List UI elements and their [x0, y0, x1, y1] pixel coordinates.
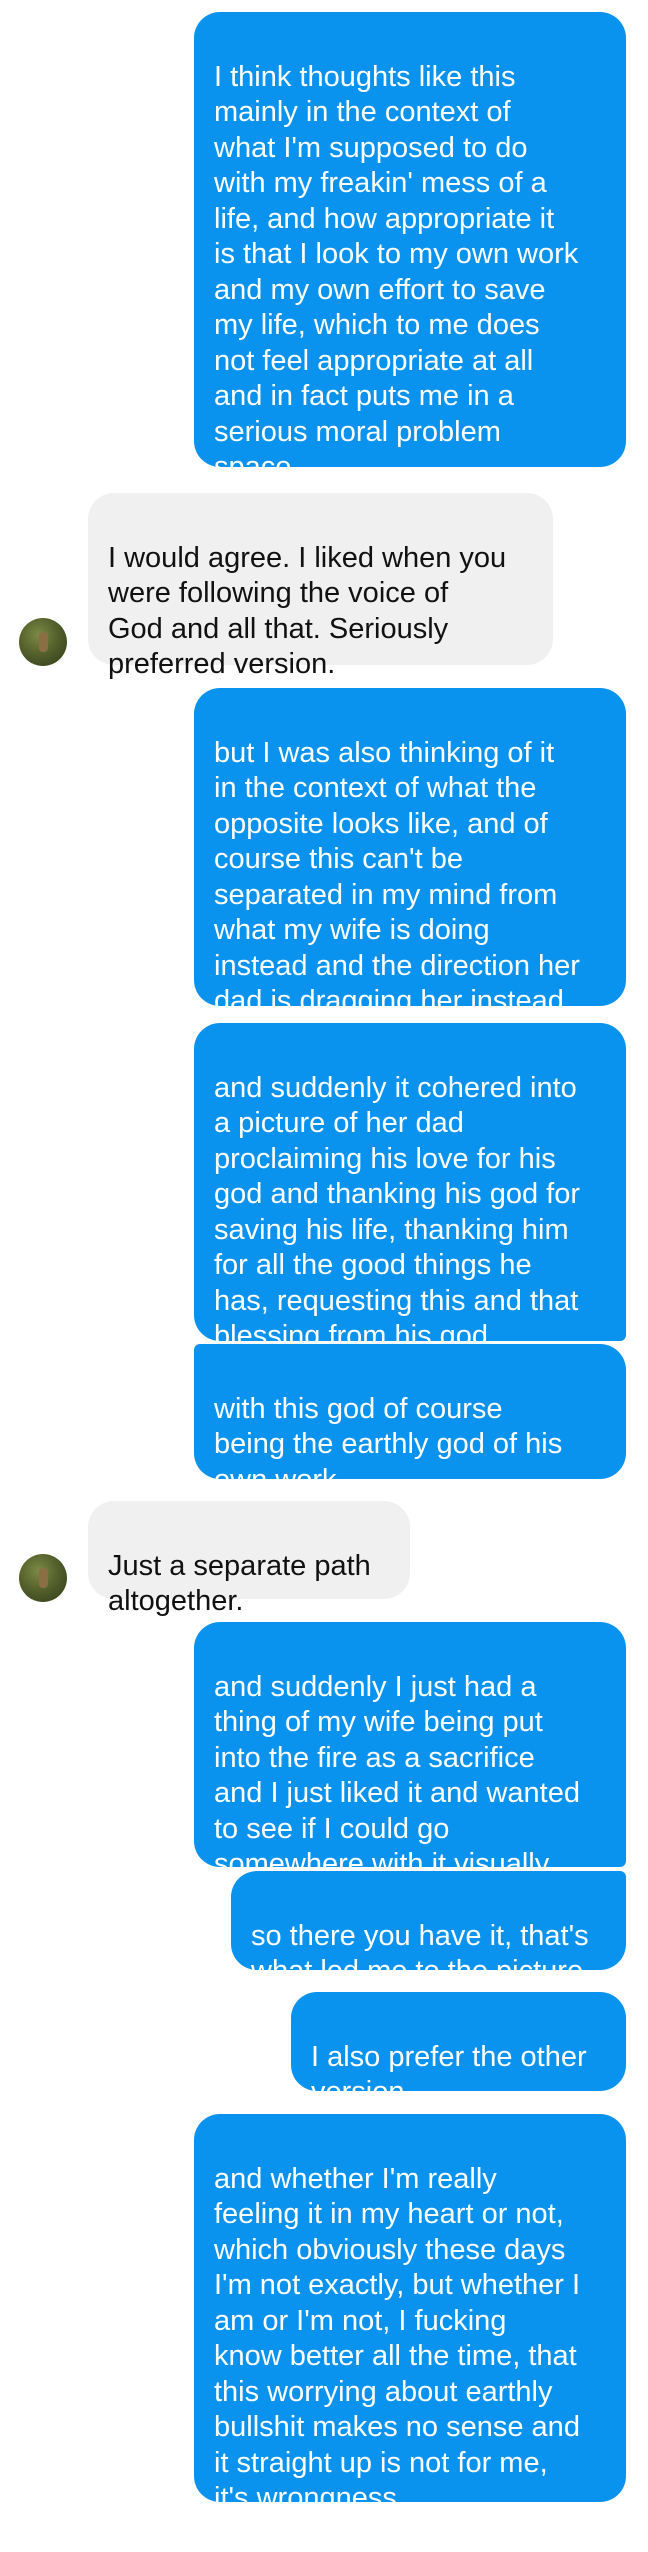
message-text: I think thoughts like this mainly in the… [214, 60, 579, 484]
sent-message-bubble[interactable]: but I was also thinking of it in the con… [194, 688, 626, 1017]
sent-message-bubble[interactable]: and suddenly it cohered into a picture o… [194, 1023, 626, 1352]
message-text: but I was also thinking of it in the con… [214, 736, 580, 1018]
message-text: I also prefer the other version [311, 2040, 587, 2109]
contact-avatar[interactable] [19, 1554, 67, 1602]
contact-avatar[interactable] [19, 618, 67, 666]
sent-message-bubble[interactable]: and suddenly I just had a thing of my wi… [194, 1622, 626, 1880]
sent-message-bubble[interactable]: I think thoughts like this mainly in the… [194, 12, 626, 483]
received-message-bubble[interactable]: Just a separate path altogether. [88, 1501, 410, 1617]
message-text: and whether I'm really feeling it in my … [214, 2162, 581, 2515]
sent-message-bubble[interactable]: and whether I'm really feeling it in my … [194, 2114, 626, 2514]
received-message-bubble[interactable]: I would agree. I liked when you were fol… [88, 493, 553, 680]
sent-message-bubble[interactable]: with this god of course being the earthl… [194, 1344, 626, 1496]
sent-message-bubble[interactable]: so there you have it, that's what led me… [231, 1871, 626, 1987]
sent-message-bubble[interactable]: I also prefer the other version [291, 1992, 626, 2108]
message-text: with this god of course being the earthl… [214, 1392, 563, 1496]
message-text: and suddenly it cohered into a picture o… [214, 1071, 580, 1353]
message-text: and suddenly I just had a thing of my wi… [214, 1670, 580, 1881]
message-text: I would agree. I liked when you were fol… [108, 541, 507, 681]
message-thread: I think thoughts like this mainly in the… [0, 0, 648, 2514]
message-text: Just a separate path altogether. [108, 1549, 371, 1618]
message-text: so there you have it, that's what led me… [251, 1919, 589, 1988]
